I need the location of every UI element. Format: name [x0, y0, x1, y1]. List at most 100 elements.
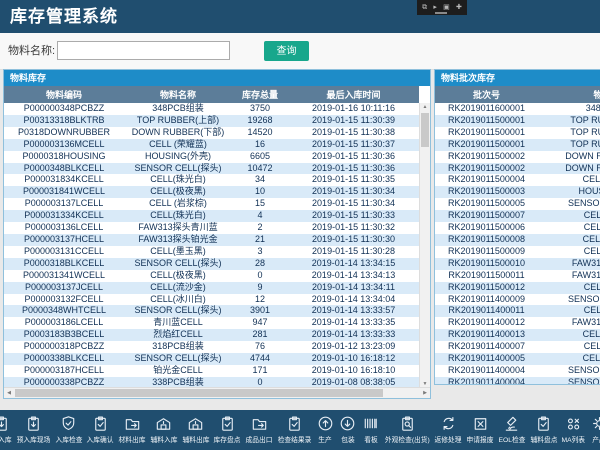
table-row[interactable]: RK2019011500002DOWN RUBBER(下部) — [435, 163, 600, 175]
table-row[interactable]: RK2019011400004SENSOR CELL(探头) — [435, 365, 600, 377]
table-row[interactable]: RK2019011500002DOWN RUBBER(下部) — [435, 151, 600, 163]
toolbar-item-label: MA列表 — [562, 435, 586, 445]
toolbar-item[interactable]: 产品 — [590, 413, 600, 445]
table-row[interactable]: P000031834KCELLCELL(珠光白)342019-01-15 11:… — [4, 174, 419, 186]
table-row[interactable]: RK2019011500004CELL (荣耀蓝) — [435, 174, 600, 186]
table-cell: 2019-01-15 11:30:38 — [288, 127, 419, 139]
toolbar-item[interactable]: 材料出库 — [118, 413, 146, 445]
table-row[interactable]: RK2019011500007CELL(珠光白) — [435, 210, 600, 222]
table-row[interactable]: RK2019011500001TOP RUBBER(上部) — [435, 139, 600, 151]
table-cell: RK2019011500001 — [435, 139, 538, 151]
table-row[interactable]: P000031841WCELLCELL(极夜黑)102019-01-15 11:… — [4, 186, 419, 198]
table-cell: 2019-01-15 11:30:35 — [288, 174, 419, 186]
toolbar-item[interactable]: 检查结果录 — [277, 413, 312, 445]
screen-recorder-overlay[interactable]: ⧉ ▸ ▣ ✚ — [417, 0, 467, 15]
material-name-input[interactable] — [57, 41, 230, 60]
toolbar-item-label: 预入库 — [0, 435, 12, 445]
table-row[interactable]: P000003132FCELLCELL(冰川白)122019-01-14 13:… — [4, 294, 419, 306]
table-row[interactable]: RK2019011600001348PCB组装 — [435, 103, 600, 115]
table-cell: 2019-01-15 11:30:36 — [288, 163, 419, 175]
table-row[interactable]: P000031341WCELLCELL(极夜黑)02019-01-14 13:3… — [4, 270, 419, 282]
table-row[interactable]: P000031334KCELLCELL(珠光白)42019-01-15 11:3… — [4, 210, 419, 222]
toolbar-item[interactable]: 申请报废 — [466, 413, 494, 445]
table-row[interactable]: RK2019011400009SENSOR CELL(探头) — [435, 294, 600, 306]
table-row[interactable]: RK2019011500006CELL(极夜黑) — [435, 222, 600, 234]
toolbar-item[interactable]: 库存盘点 — [213, 413, 241, 445]
table-row[interactable]: P0000318BLKCELLSENSOR CELL(探头)282019-01-… — [4, 258, 419, 270]
table-cell: FAW313探头青川蓝 — [538, 258, 600, 270]
scroll-up-icon[interactable]: ▲ — [420, 103, 430, 112]
table-row[interactable]: RK2019011500011FAW313探头铂光金 — [435, 270, 600, 282]
table-row[interactable]: P000000348PCBZZ348PCB组装37502019-01-16 10… — [4, 103, 419, 115]
folder-out-icon — [123, 413, 142, 433]
table-row[interactable]: P0003183B3BCELL烈焰红CELL2812019-01-14 13:3… — [4, 329, 419, 341]
table-row[interactable]: RK2019011500005SENSOR CELL(探头) — [435, 198, 600, 210]
toolbar-item[interactable]: 辅料盘点 — [530, 413, 558, 445]
toolbar-item[interactable]: 外观检查(出货) — [384, 413, 431, 445]
toolbar-item[interactable]: 入库检查 — [55, 413, 83, 445]
table-row[interactable]: RK2019011400013CELL (荣耀蓝) — [435, 329, 600, 341]
table-row[interactable]: P000003137HCELLFAW313探头铂光金212019-01-15 1… — [4, 234, 419, 246]
table-row[interactable]: RK2019011400004SENSOR CELL(探头) — [435, 377, 600, 385]
table-row[interactable]: P0318DOWNRUBBERDOWN RUBBER(下部)145202019-… — [4, 127, 419, 139]
toolbar-item[interactable]: 包装 — [338, 413, 357, 445]
table-cell: 2019-01-16 10:11:16 — [288, 103, 419, 115]
table-row[interactable]: P000000318PCBZZ318PCB组装762019-01-12 13:2… — [4, 341, 419, 353]
scrollbar-thumb[interactable] — [15, 389, 383, 397]
export-icon[interactable]: ⧉ — [422, 4, 427, 11]
table-cell: 2019-01-14 13:34:11 — [288, 282, 419, 294]
table-row[interactable]: P0000348BLKCELLSENSOR CELL(探头)104722019-… — [4, 163, 419, 175]
toolbar-item[interactable]: MA列表 — [561, 413, 586, 445]
table-row[interactable]: P000003131CCELLCELL(墨玉黑)32019-01-15 11:3… — [4, 246, 419, 258]
table-row[interactable]: P0000318HOUSINGHOUSING(外壳)66052019-01-15… — [4, 151, 419, 163]
warehouse-out-icon — [186, 413, 205, 433]
vertical-scrollbar[interactable]: ▲ ▼ — [419, 103, 430, 389]
table-cell: 2019-01-15 11:30:33 — [288, 210, 419, 222]
scroll-left-icon[interactable]: ◀ — [4, 388, 14, 398]
scrollbar-thumb[interactable] — [421, 113, 429, 147]
horizontal-scrollbar[interactable]: ◀ ▶ — [4, 387, 430, 398]
table-row[interactable]: RK2019011400007CELL(冰川白) — [435, 341, 600, 353]
toolbar-item-label: 看板 — [364, 435, 377, 445]
table-row[interactable]: RK2019011400011CELL(流沙金) — [435, 305, 600, 317]
table-row[interactable]: RK2019011500008CELL (岩浆棕) — [435, 234, 600, 246]
table-row[interactable]: P0000338BLKCELLSENSOR CELL(探头)47442019-0… — [4, 353, 419, 365]
toolbar-item[interactable]: 预入库 — [0, 413, 12, 445]
microscope-icon — [502, 413, 521, 433]
toolbar-item[interactable]: 预入库现场 — [16, 413, 51, 445]
table-row[interactable]: RK2019011500003HOUSING(外壳) — [435, 186, 600, 198]
table-row[interactable]: RK2019011500001TOP RUBBER(上部) — [435, 127, 600, 139]
table-row[interactable]: P000003136LCELLFAW313探头青川蓝22019-01-15 11… — [4, 222, 419, 234]
table-row[interactable]: RK2019011500010FAW313探头青川蓝 — [435, 258, 600, 270]
table-cell: CELL(冰川白) — [124, 294, 232, 306]
table-row[interactable]: P000003137LCELLCELL (岩浆棕)152019-01-15 11… — [4, 198, 419, 210]
column-header: 物料名称 — [124, 86, 232, 103]
tools-icon[interactable]: ✚ — [456, 4, 462, 11]
capture-icon[interactable]: ▣ — [443, 4, 450, 11]
query-button[interactable]: 查询 — [264, 41, 309, 61]
table-row[interactable]: P000003136MCELLCELL (荣耀蓝)162019-01-15 11… — [4, 139, 419, 151]
table-row[interactable]: RK2019011500012CELL(墨玉黑) — [435, 282, 600, 294]
table-cell: RK2019011500009 — [435, 246, 538, 258]
table-row[interactable]: RK2019011400012FAW313探头铂光金 — [435, 317, 600, 329]
toolbar-item[interactable]: 看板 — [361, 413, 380, 445]
scroll-right-icon[interactable]: ▶ — [420, 388, 430, 398]
toolbar-item[interactable]: 辅料出库 — [182, 413, 210, 445]
table-row[interactable]: RK2019011400005CELL (岩浆棕) — [435, 353, 600, 365]
toolbar-item[interactable]: 生产 — [316, 413, 335, 445]
table-row[interactable]: P000003187HCELL铂光金CELL1712019-01-10 16:1… — [4, 365, 419, 377]
toolbar-item[interactable]: 成品出口 — [245, 413, 273, 445]
table-row[interactable]: P000003186LCELL青川蓝CELL9472019-01-14 13:3… — [4, 317, 419, 329]
table-row[interactable]: RK2019011500009CELL(珠光白) — [435, 246, 600, 258]
table-row[interactable]: P000003137JCELLCELL(流沙金)92019-01-14 13:3… — [4, 282, 419, 294]
toolbar-item[interactable]: EOL检查 — [498, 413, 526, 445]
table-row[interactable]: P00313318BLKTRBTOP RUBBER(上部)192682019-0… — [4, 115, 419, 127]
table-row[interactable]: P0000348WHTCELLSENSOR CELL(探头)39012019-0… — [4, 305, 419, 317]
table-cell: SENSOR CELL(探头) — [538, 377, 600, 385]
toolbar-item[interactable]: 辅料入库 — [150, 413, 178, 445]
table-row[interactable]: RK2019011500001TOP RUBBER(上部) — [435, 115, 600, 127]
table-cell: P000031341WCELL — [4, 270, 124, 282]
play-icon[interactable]: ▸ — [433, 4, 437, 11]
toolbar-item[interactable]: 返修处理 — [434, 413, 462, 445]
toolbar-item[interactable]: 入库确认 — [86, 413, 114, 445]
